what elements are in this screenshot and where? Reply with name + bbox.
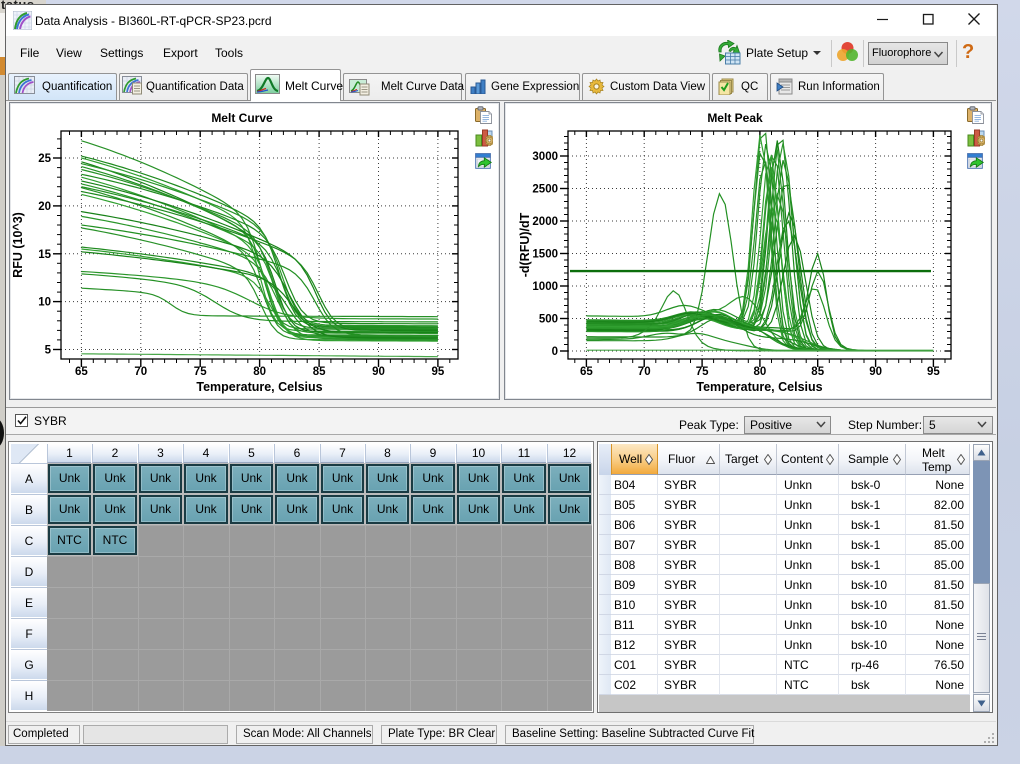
svg-text:85: 85 <box>811 366 824 378</box>
svg-text:70: 70 <box>134 366 147 378</box>
svg-text:80: 80 <box>754 366 767 378</box>
svg-text:20: 20 <box>38 201 51 213</box>
svg-text:65: 65 <box>580 366 593 378</box>
svg-text:25: 25 <box>38 153 51 165</box>
svg-text:2500: 2500 <box>532 184 558 196</box>
svg-text:85: 85 <box>313 366 326 378</box>
svg-text:95: 95 <box>927 366 940 378</box>
svg-text:5: 5 <box>45 345 52 357</box>
svg-text:80: 80 <box>253 366 266 378</box>
svg-text:70: 70 <box>638 366 651 378</box>
svg-text:Temperature, Celsius: Temperature, Celsius <box>196 380 322 394</box>
svg-text:500: 500 <box>539 314 558 326</box>
svg-text:90: 90 <box>869 366 882 378</box>
svg-text:Melt Curve: Melt Curve <box>211 111 273 125</box>
svg-text:Temperature, Celsius: Temperature, Celsius <box>696 380 822 394</box>
svg-text:75: 75 <box>194 366 207 378</box>
svg-text:1000: 1000 <box>532 281 558 293</box>
svg-text:Melt Peak: Melt Peak <box>707 111 763 125</box>
svg-text:10: 10 <box>38 297 51 309</box>
svg-text:-d(RFU)/dT: -d(RFU)/dT <box>518 212 532 277</box>
svg-text:95: 95 <box>432 366 445 378</box>
svg-text:1500: 1500 <box>532 249 558 261</box>
svg-text:75: 75 <box>696 366 709 378</box>
svg-text:65: 65 <box>75 366 88 378</box>
svg-text:RFU (10^3): RFU (10^3) <box>11 212 25 278</box>
svg-text:15: 15 <box>38 249 51 261</box>
svg-text:3000: 3000 <box>532 151 558 163</box>
svg-text:2000: 2000 <box>532 216 558 228</box>
svg-text:90: 90 <box>372 366 385 378</box>
svg-text:0: 0 <box>552 346 558 358</box>
